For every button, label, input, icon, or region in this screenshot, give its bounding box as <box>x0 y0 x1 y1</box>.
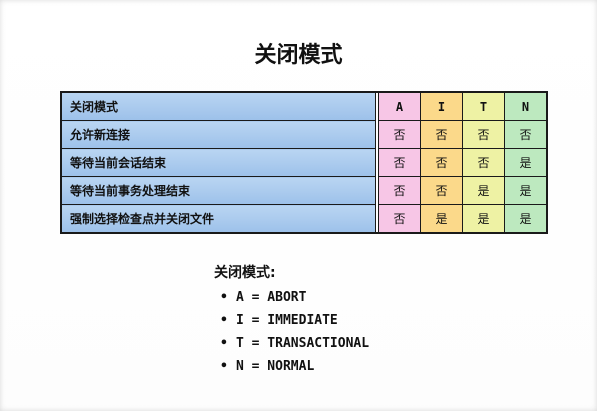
legend-item-text: N = NORMAL <box>236 359 315 374</box>
table-row: 等待当前会话结束 否 否 否 是 <box>60 148 548 177</box>
bullet-icon: • <box>220 336 228 351</box>
table-cell: 否 <box>420 176 463 205</box>
table-cell: 是 <box>462 176 505 205</box>
table-cell: 是 <box>504 204 548 234</box>
legend-item-text: I = IMMEDIATE <box>236 313 338 328</box>
table-cell: 否 <box>420 120 463 149</box>
mode-legend: 关闭模式: • A = ABORT • I = IMMEDIATE • T = TRA… <box>214 262 369 378</box>
table-cell: 是 <box>504 176 548 205</box>
header-col-i: I <box>420 91 463 121</box>
list-item: • T = TRANSACTIONAL <box>220 332 369 355</box>
table-cell: 否 <box>378 176 421 205</box>
table-cell: 否 <box>462 120 505 149</box>
row-label: 允许新连接 <box>60 120 376 149</box>
row-label: 等待当前事务处理结束 <box>60 176 376 205</box>
legend-item-text: A = ABORT <box>236 290 307 305</box>
table-cell: 否 <box>504 120 548 149</box>
table-row: 强制选择检查点并关闭文件 否 是 是 是 <box>60 204 548 234</box>
table-cell: 否 <box>378 148 421 177</box>
row-label: 等待当前会话结束 <box>60 148 376 177</box>
table-cell: 否 <box>378 204 421 234</box>
table-cell: 否 <box>420 148 463 177</box>
table-cell: 是 <box>504 148 548 177</box>
row-label: 强制选择检查点并关闭文件 <box>60 204 376 234</box>
slide: 关闭模式 关闭模式 A I T N 允许新连接 否 否 否 否 等待当前会话结束… <box>0 0 597 411</box>
legend-list: • A = ABORT • I = IMMEDIATE • T = TRANSACTI… <box>214 286 369 378</box>
table-cell: 否 <box>462 148 505 177</box>
bullet-icon: • <box>220 313 228 328</box>
table-header-row: 关闭模式 A I T N <box>60 91 548 121</box>
table-row: 允许新连接 否 否 否 否 <box>60 120 548 149</box>
slide-title: 关闭模式 <box>254 43 343 68</box>
bullet-icon: • <box>220 290 228 305</box>
table-cell: 否 <box>378 120 421 149</box>
table-row: 等待当前事务处理结束 否 否 是 是 <box>60 176 548 205</box>
header-col-t: T <box>462 91 505 121</box>
header-col-a: A <box>378 91 421 121</box>
header-label: 关闭模式 <box>60 91 376 121</box>
list-item: • N = NORMAL <box>220 355 369 378</box>
header-col-n: N <box>504 91 548 121</box>
table-cell: 是 <box>420 204 463 234</box>
list-item: • A = ABORT <box>220 286 369 309</box>
legend-heading: 关闭模式: <box>214 265 276 281</box>
shutdown-mode-table: 关闭模式 A I T N 允许新连接 否 否 否 否 等待当前会话结束 否 否 … <box>60 91 548 234</box>
legend-item-text: T = TRANSACTIONAL <box>236 336 370 351</box>
bullet-icon: • <box>220 359 228 374</box>
table-cell: 是 <box>462 204 505 234</box>
list-item: • I = IMMEDIATE <box>220 309 369 332</box>
